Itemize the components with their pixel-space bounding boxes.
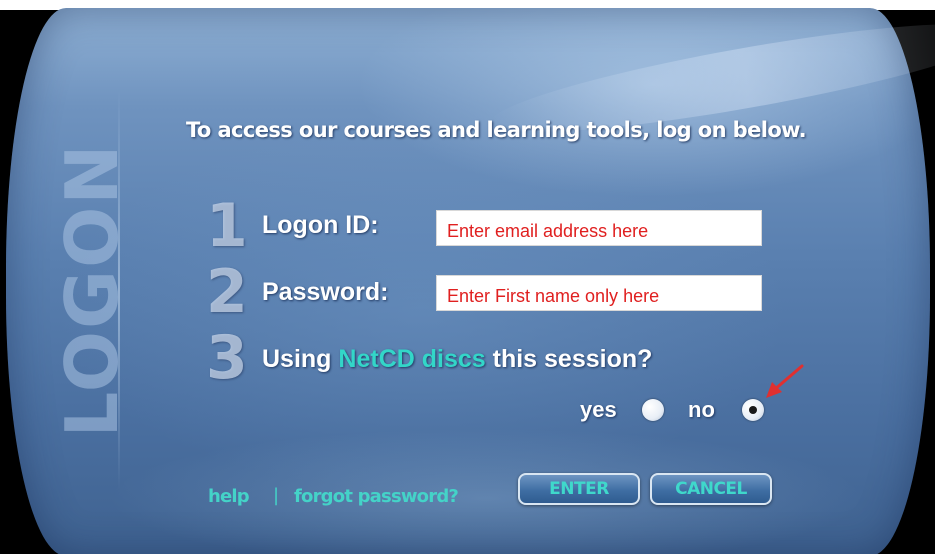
password-input[interactable] xyxy=(436,275,762,311)
forgot-password-link[interactable]: forgot password? xyxy=(294,486,459,507)
help-link[interactable]: help xyxy=(208,486,250,507)
no-radio[interactable] xyxy=(742,399,764,421)
footer-separator: | xyxy=(273,485,280,506)
netcd-highlight: NetCD discs xyxy=(338,345,486,373)
yes-label: yes xyxy=(580,397,617,422)
logon-id-label: Logon ID: xyxy=(262,211,379,239)
password-label: Password: xyxy=(262,278,389,306)
step-number-2: 2 xyxy=(206,257,248,327)
logon-screen: LOGON To access our courses and learning… xyxy=(0,0,935,554)
enter-button[interactable]: ENTER xyxy=(518,473,640,505)
step-number-1: 1 xyxy=(206,191,248,261)
netcd-question: Using NetCD discs this session? xyxy=(262,345,652,374)
logon-id-input[interactable] xyxy=(436,210,762,246)
page-heading: To access our courses and learning tools… xyxy=(186,118,807,142)
netcd-question-suffix: this session? xyxy=(485,345,653,373)
red-arrow-icon xyxy=(766,364,804,398)
logon-watermark: LOGON xyxy=(50,142,134,438)
netcd-question-prefix: Using xyxy=(262,345,339,373)
yes-radio[interactable] xyxy=(642,399,664,421)
step-number-3: 3 xyxy=(206,323,248,393)
cancel-button[interactable]: CANCEL xyxy=(650,473,772,505)
no-label: no xyxy=(688,397,715,422)
